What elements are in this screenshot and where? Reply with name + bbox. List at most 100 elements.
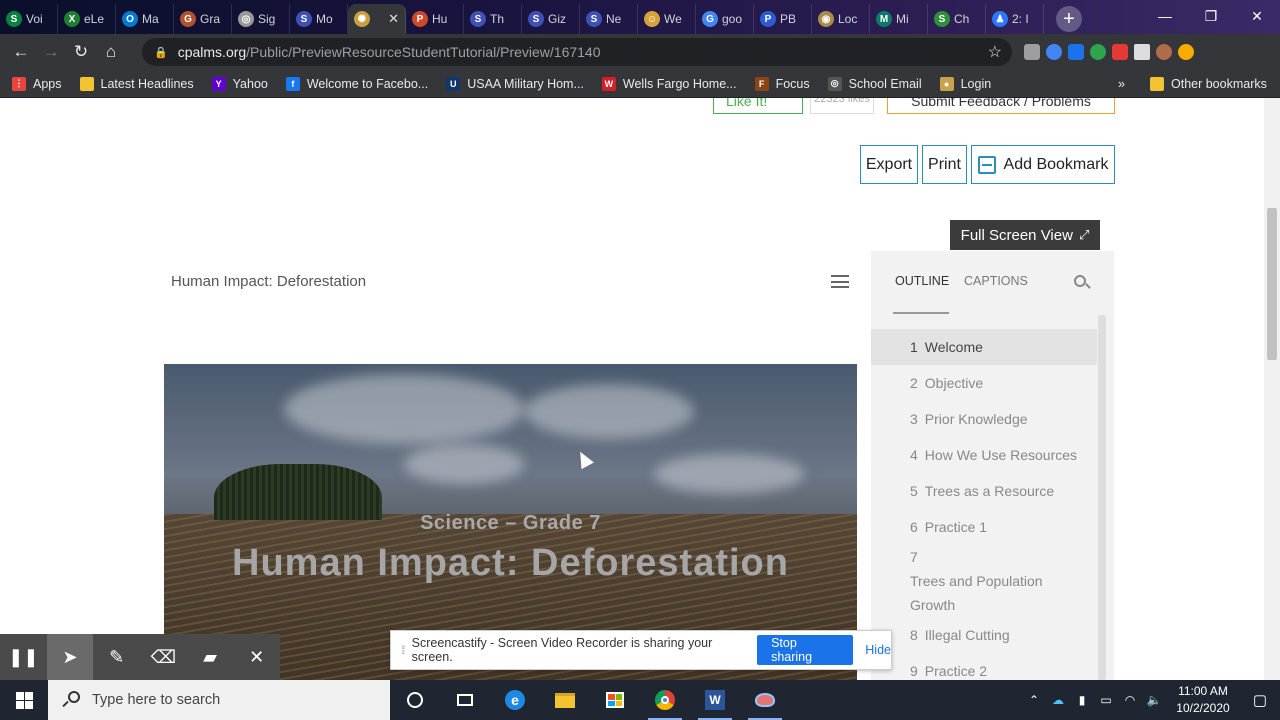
forward-icon[interactable]: → bbox=[36, 37, 66, 67]
puzzle-icon[interactable] bbox=[1134, 44, 1150, 60]
browser-tab[interactable]: P PB bbox=[754, 4, 812, 34]
browser-tab[interactable]: O Ma bbox=[116, 4, 174, 34]
outline-scrollbar[interactable] bbox=[1098, 315, 1106, 680]
bookmark-item[interactable]: ● Login bbox=[939, 76, 991, 91]
task-view-icon[interactable] bbox=[440, 680, 490, 720]
like-button[interactable]: Like It! bbox=[713, 98, 803, 114]
hide-button[interactable]: Hide bbox=[865, 643, 891, 657]
outline-item[interactable]: 9 Practice 2 bbox=[871, 653, 1097, 680]
update-icon[interactable] bbox=[1178, 44, 1194, 60]
outline-item[interactable]: 3 Prior Knowledge bbox=[871, 401, 1097, 437]
extension-icon[interactable] bbox=[1024, 44, 1040, 60]
page-scrollbar[interactable] bbox=[1264, 98, 1280, 680]
bookmark-item[interactable]: Latest Headlines bbox=[79, 76, 194, 91]
print-button[interactable]: Print bbox=[922, 145, 967, 184]
tab-title: Loc bbox=[838, 12, 858, 26]
snipping-tool-icon[interactable] bbox=[740, 680, 790, 720]
battery-icon[interactable]: ▭ bbox=[1094, 693, 1118, 707]
full-screen-button[interactable]: Full Screen View ⤢ bbox=[950, 220, 1100, 250]
bookmark-item[interactable]: Y Yahoo bbox=[211, 76, 268, 91]
outline-item[interactable]: 8 Illegal Cutting bbox=[871, 617, 1097, 653]
bookmark-item[interactable]: ◎ School Email bbox=[827, 76, 922, 91]
browser-tab[interactable]: ◎ Sig bbox=[232, 4, 290, 34]
chevron-up-icon[interactable]: ⌃ bbox=[1022, 693, 1046, 707]
expand-icon: ⤢ bbox=[1078, 227, 1090, 242]
outline-item[interactable]: 4 How We Use Resources bbox=[871, 437, 1097, 473]
word-icon[interactable]: W bbox=[690, 680, 740, 720]
menu-icon[interactable] bbox=[831, 275, 849, 288]
extension-icon[interactable] bbox=[1046, 44, 1062, 60]
chrome-icon[interactable] bbox=[640, 680, 690, 720]
address-bar[interactable]: 🔒 cpalms.org/Public/PreviewResourceStude… bbox=[142, 38, 1012, 66]
extension-icon[interactable] bbox=[1068, 44, 1084, 60]
camera-icon[interactable]: ▰ bbox=[187, 634, 234, 680]
home-icon[interactable]: ⌂ bbox=[96, 37, 126, 67]
restore-icon[interactable]: ❐ bbox=[1188, 0, 1234, 32]
bookmark-item[interactable]: ⋮ Apps bbox=[12, 76, 62, 91]
pointer-icon[interactable]: ➤ bbox=[46, 634, 94, 680]
back-icon[interactable]: ← bbox=[6, 37, 36, 67]
wifi-icon[interactable]: ◠ bbox=[1118, 693, 1142, 707]
extension-icon[interactable] bbox=[1112, 44, 1128, 60]
store-icon[interactable] bbox=[590, 680, 640, 720]
bookmark-item[interactable]: F Focus bbox=[754, 76, 810, 91]
browser-tab[interactable]: ◉ Loc bbox=[812, 4, 870, 34]
add-bookmark-button[interactable]: Add Bookmark bbox=[971, 145, 1115, 184]
taskbar-search[interactable]: Type here to search bbox=[48, 680, 390, 720]
browser-tab[interactable]: ☺ We bbox=[638, 4, 696, 34]
browser-tab[interactable]: Ggoo bbox=[696, 4, 754, 34]
notifications-icon[interactable]: ▢ bbox=[1240, 691, 1280, 709]
browser-tab[interactable]: ♟ 2: I bbox=[986, 4, 1044, 34]
reload-icon[interactable]: ↻ bbox=[66, 37, 96, 67]
outline-item[interactable]: 7 Trees and Population Growth bbox=[871, 545, 1097, 617]
other-bookmarks[interactable]: Other bookmarks bbox=[1150, 76, 1267, 91]
pen-icon[interactable]: ✎ bbox=[93, 634, 140, 680]
feedback-button[interactable]: Submit Feedback / Problems bbox=[887, 98, 1115, 114]
browser-tab[interactable]: ✺ ✕ bbox=[348, 4, 406, 34]
outline-item[interactable]: 1 Welcome bbox=[871, 329, 1097, 365]
bookmark-star-icon[interactable]: ☆ bbox=[988, 42, 1002, 62]
close-icon[interactable]: ✕ bbox=[233, 634, 280, 680]
edge-icon[interactable]: e bbox=[490, 680, 540, 720]
tab-outline[interactable]: OUTLINE bbox=[895, 274, 949, 288]
browser-tab[interactable]: G Gra bbox=[174, 4, 232, 34]
eraser-icon[interactable]: ⌫ bbox=[140, 634, 187, 680]
bookmark-item[interactable]: U USAA Military Hom... bbox=[446, 76, 584, 91]
bookmark-item[interactable]: f Welcome to Facebo... bbox=[285, 76, 428, 91]
bookmarks-overflow-icon[interactable]: » bbox=[1118, 77, 1125, 91]
file-explorer-icon[interactable] bbox=[540, 680, 590, 720]
close-window-icon[interactable]: ✕ bbox=[1234, 0, 1280, 32]
minimize-icon[interactable]: — bbox=[1142, 0, 1188, 32]
outline-item[interactable]: 2 Objective bbox=[871, 365, 1097, 401]
new-tab-icon[interactable]: + bbox=[1056, 6, 1082, 32]
browser-tab[interactable]: S Ch bbox=[928, 4, 986, 34]
browser-tab[interactable]: XeLe bbox=[58, 4, 116, 34]
scrollbar-thumb[interactable] bbox=[1267, 208, 1277, 360]
tab-captions[interactable]: CAPTIONS bbox=[964, 274, 1028, 288]
cortana-icon[interactable] bbox=[390, 680, 440, 720]
browser-tab[interactable]: P Hu bbox=[406, 4, 464, 34]
browser-tab[interactable]: S Voi bbox=[0, 4, 58, 34]
browser-tab[interactable]: S Mo bbox=[290, 4, 348, 34]
onedrive-icon[interactable]: ☁ bbox=[1046, 693, 1070, 707]
outline-item[interactable]: 5 Trees as a Resource bbox=[871, 473, 1097, 509]
browser-tab[interactable]: S Ne bbox=[580, 4, 638, 34]
search-icon[interactable] bbox=[1074, 275, 1091, 291]
outline-item[interactable]: 6 Practice 1 bbox=[871, 509, 1097, 545]
volume-icon[interactable]: 🔈 bbox=[1142, 693, 1166, 707]
export-button[interactable]: Export bbox=[860, 145, 918, 184]
browser-tab[interactable]: M Mi bbox=[870, 4, 928, 34]
microphone-icon[interactable]: ▮ bbox=[1070, 693, 1094, 707]
extension-icon[interactable] bbox=[1090, 44, 1106, 60]
bookmark-item[interactable]: W Wells Fargo Home... bbox=[601, 76, 737, 91]
profile-avatar[interactable] bbox=[1156, 44, 1172, 60]
start-button[interactable] bbox=[0, 680, 48, 720]
browser-tab[interactable]: S Giz bbox=[522, 4, 580, 34]
stop-sharing-button[interactable]: Stop sharing bbox=[757, 635, 854, 665]
browser-tab[interactable]: S Th bbox=[464, 4, 522, 34]
pause-icon[interactable]: ❚❚ bbox=[0, 634, 47, 680]
clock[interactable]: 11:00 AM 10/2/2020 bbox=[1166, 683, 1240, 717]
close-tab-icon[interactable]: ✕ bbox=[388, 11, 399, 27]
drag-handle-icon[interactable]: ⁞⁞ bbox=[401, 643, 405, 657]
bookmark-label: USAA Military Hom... bbox=[467, 76, 584, 91]
